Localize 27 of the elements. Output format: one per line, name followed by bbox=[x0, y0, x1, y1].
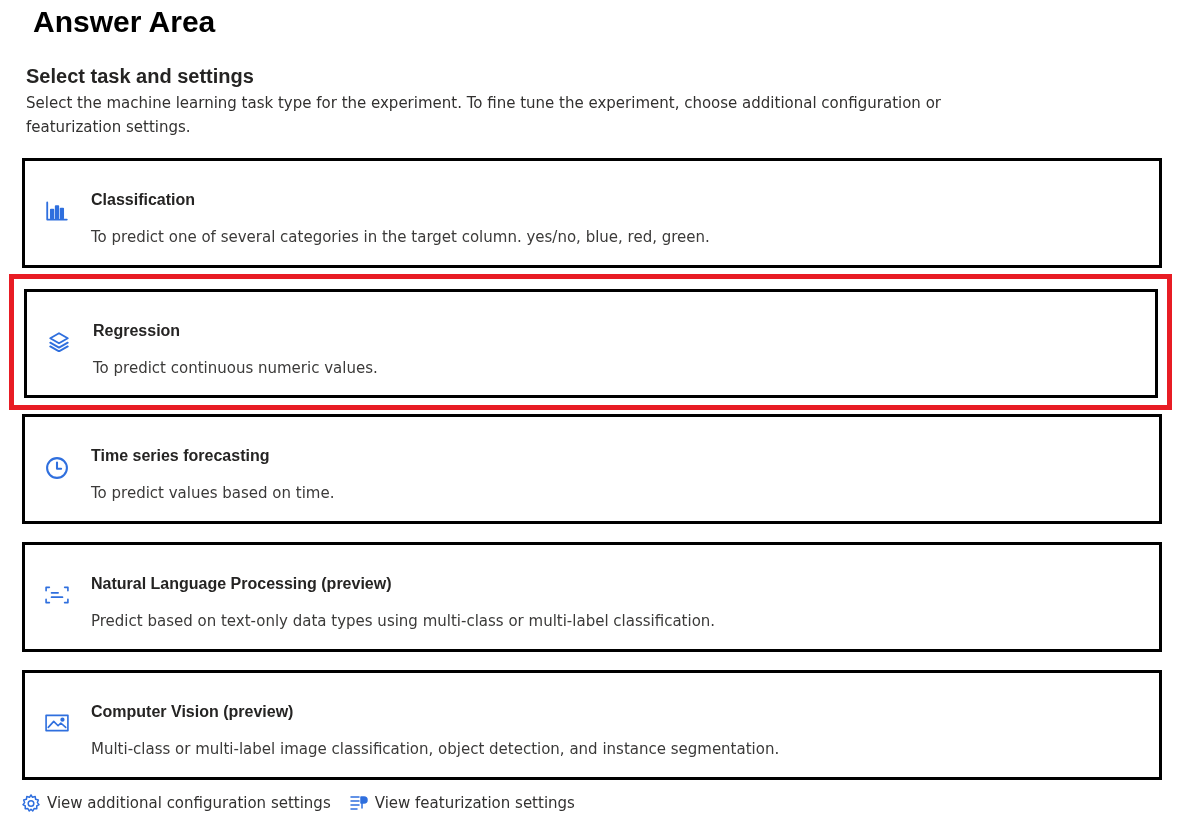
section-description: Select the machine learning task type for the experiment. To fine tune the experiment, choose additional configuration or featurization settings. bbox=[26, 93, 942, 138]
section-heading: Select task and settings bbox=[26, 64, 254, 89]
task-description: To predict one of several categories in the target column. yes/no, blue, red, green. bbox=[91, 227, 710, 247]
task-description: Multi-class or multi-label image classification, object detection, and instance segmentation. bbox=[91, 739, 780, 759]
task-title: Computer Vision (preview) bbox=[91, 702, 294, 722]
task-option-card[interactable]: Computer Vision (preview) Multi-class or multi-label image classification, object detection, and instance segmentation. bbox=[22, 670, 1162, 780]
task-title: Classification bbox=[91, 190, 196, 210]
featurization-settings-link[interactable]: View featurization settings bbox=[349, 793, 575, 813]
task-title: Regression bbox=[93, 321, 181, 341]
clock-icon bbox=[46, 457, 68, 479]
task-option-card[interactable]: Regression To predict continuous numeric values. bbox=[24, 289, 1158, 398]
settings-icon bbox=[22, 794, 40, 812]
task-description: To predict values based on time. bbox=[91, 483, 335, 503]
page-title: Answer Area bbox=[33, 5, 216, 39]
task-option-card[interactable]: Time series forecasting To predict values based on time. bbox=[22, 414, 1162, 524]
bar-chart-icon bbox=[46, 201, 68, 221]
task-title: Natural Language Processing (preview) bbox=[91, 574, 392, 594]
image-icon bbox=[45, 713, 69, 733]
text-scan-icon bbox=[45, 585, 69, 605]
layers-icon bbox=[48, 332, 70, 352]
task-option-card[interactable]: Classification To predict one of several categories in the target column. yes/no, blue, red, green. bbox=[22, 158, 1162, 268]
configuration-settings-link[interactable]: View additional configuration settings bbox=[22, 793, 331, 813]
feature-list-icon bbox=[349, 795, 368, 811]
task-option-card[interactable]: Natural Language Processing (preview) Predict based on text-only data types using multi-class or multi-label classification. bbox=[22, 542, 1162, 652]
task-title: Time series forecasting bbox=[91, 446, 270, 466]
task-description: Predict based on text-only data types using multi-class or multi-label classification. bbox=[91, 611, 716, 631]
task-description: To predict continuous numeric values. bbox=[93, 358, 378, 378]
